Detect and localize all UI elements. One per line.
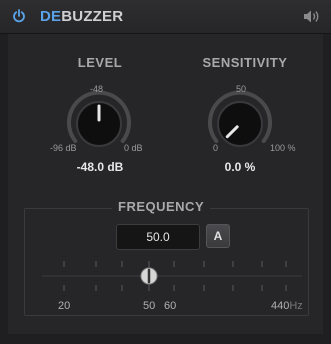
level-mid-label: -48 <box>90 84 104 94</box>
frequency-slider[interactable] <box>24 255 307 295</box>
auto-frequency-button[interactable]: A <box>206 224 230 248</box>
level-value: -48.0 dB <box>76 160 124 174</box>
sensitivity-min-label: 0 <box>213 143 219 153</box>
scale-label-50: 50 <box>143 300 156 312</box>
sensitivity-value: 0.0 % <box>224 160 256 174</box>
level-max-label: 0 dB <box>124 143 143 153</box>
scale-label-440: 440Hz <box>271 300 303 312</box>
level-label: LEVEL <box>77 55 123 70</box>
level-min-label: -96 dB <box>50 143 77 153</box>
scale-label-20: 20 <box>58 300 71 312</box>
speaker-icon[interactable] <box>303 9 321 24</box>
scale-label-440-number: 440 <box>271 300 290 312</box>
sensitivity-max-label: 100 % <box>270 143 296 153</box>
scale-unit-hz: Hz <box>289 300 303 312</box>
scale-label-60: 60 <box>164 300 177 312</box>
plugin-title: DEBUZZER <box>40 8 123 25</box>
title-bar: DEBUZZER <box>0 0 331 34</box>
frequency-label: FREQUENCY <box>112 199 211 214</box>
slider-thumb[interactable] <box>140 267 158 285</box>
power-icon[interactable] <box>12 9 26 23</box>
title-part-de: DE <box>40 8 62 25</box>
sensitivity-knob-body <box>217 101 263 147</box>
title-part-buzzer: BUZZER <box>61 8 124 25</box>
frequency-input[interactable]: 50.0 <box>116 224 200 250</box>
sensitivity-mid-label: 50 <box>236 84 247 94</box>
sensitivity-label: SENSITIVITY <box>202 55 288 70</box>
